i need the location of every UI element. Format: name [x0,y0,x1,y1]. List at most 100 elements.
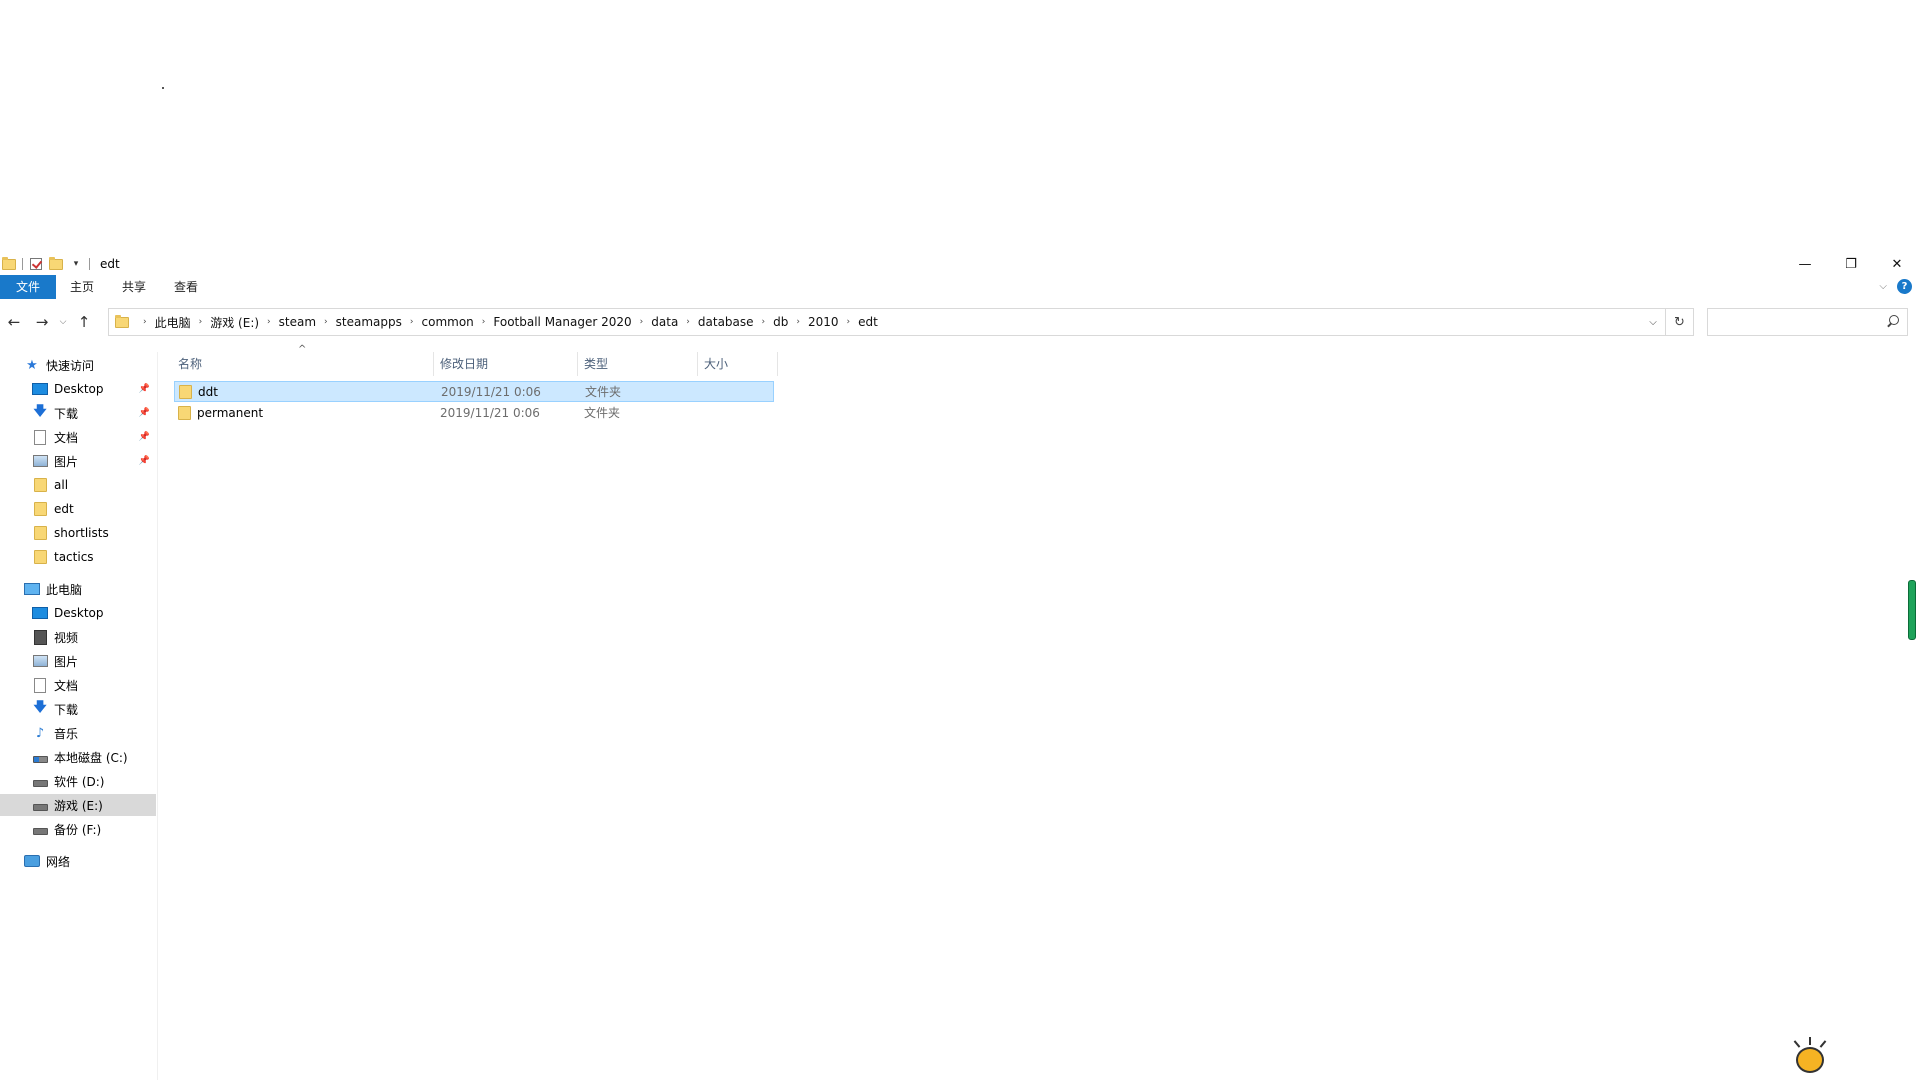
nav-qa-all[interactable]: all [0,474,156,496]
nav-qa-desktop[interactable]: Desktop 📌 [0,378,156,400]
breadcrumb-separator-icon[interactable]: › [847,317,851,327]
file-type: 文件夹 [584,406,621,420]
breadcrumb-separator-icon[interactable]: › [482,317,486,327]
up-arrow-icon[interactable]: ↑ [70,308,98,336]
stray-dot [162,87,164,89]
nav-item-label: 网络 [46,854,71,869]
navigation-pane: ★ 快速访问 Desktop 📌 🡇 下载 📌 文档 📌 图片 📌 all ed… [0,352,158,1080]
video-icon [32,629,48,645]
table-row[interactable]: ddt 2019/11/21 0:06 文件夹 [174,381,774,402]
nav-pc-pictures[interactable]: 图片 [0,650,156,672]
nav-item-label: Desktop [54,606,104,620]
address-history-chevron-icon[interactable]: ⌵ [1643,309,1663,335]
nav-qa-downloads[interactable]: 🡇 下载 📌 [0,402,156,424]
folder-icon [179,384,192,399]
new-folder-icon[interactable] [49,256,63,271]
nav-item-label: shortlists [54,526,109,540]
tab-share[interactable]: 共享 [108,275,160,299]
breadcrumb-2010[interactable]: 2010 [808,315,839,329]
breadcrumb-separator-icon[interactable]: › [267,317,271,327]
expand-ribbon-icon[interactable]: ⌵ [1879,281,1887,292]
restore-button[interactable]: ❐ [1828,254,1874,274]
tab-home[interactable]: 主页 [56,275,108,299]
nav-item-label: 游戏 (E:) [54,798,103,813]
file-name: permanent [197,405,264,420]
column-header-type[interactable]: 类型 [578,352,698,376]
pin-icon[interactable]: 📌 [139,432,150,442]
column-header-size[interactable]: 大小 [698,352,778,376]
pin-icon[interactable]: 📌 [139,456,150,466]
pin-icon[interactable]: 📌 [139,384,150,394]
drive-icon [32,773,48,789]
breadcrumb-separator-icon[interactable]: › [640,317,644,327]
nav-item-label: 文档 [54,678,79,693]
desktop-icon [32,381,48,397]
nav-item-label: 软件 (D:) [54,774,105,789]
nav-item-label: all [54,478,69,492]
nav-item-label: edt [54,502,74,516]
scroll-indicator[interactable] [1908,580,1916,640]
breadcrumb-separator-icon[interactable]: › [686,317,690,327]
close-button[interactable]: ✕ [1874,254,1920,274]
column-header-name[interactable]: 名称 [172,352,434,376]
nav-pc-music[interactable]: ♪ 音乐 [0,722,156,744]
computer-icon [24,581,40,597]
search-input[interactable] [1707,308,1908,336]
breadcrumb-football-manager[interactable]: Football Manager 2020 [493,315,631,329]
column-header-modified[interactable]: 修改日期 [434,352,578,376]
breadcrumb-separator-icon[interactable]: › [199,317,203,327]
pin-icon[interactable]: 📌 [139,408,150,418]
refresh-icon[interactable]: ↻ [1665,309,1693,335]
breadcrumb-edt[interactable]: edt [858,315,878,329]
nav-item-label: 音乐 [54,726,79,741]
nav-qa-documents[interactable]: 文档 📌 [0,426,156,448]
nav-this-pc[interactable]: 此电脑 [0,578,156,600]
nav-pc-documents[interactable]: 文档 [0,674,156,696]
nav-qa-tactics[interactable]: tactics [0,546,156,568]
nav-qa-shortlists[interactable]: shortlists [0,522,156,544]
nav-quick-access[interactable]: ★ 快速访问 [0,354,156,376]
address-bar[interactable]: › 此电脑 › 游戏 (E:) › steam › steamapps › co… [108,308,1694,336]
recent-locations-chevron-icon[interactable]: ⌵ [56,308,70,336]
breadcrumb-this-pc[interactable]: 此电脑 [155,314,191,331]
search-icon[interactable] [1885,314,1901,330]
breadcrumb-separator-icon[interactable]: › [324,317,328,327]
breadcrumb-steamapps[interactable]: steamapps [336,315,402,329]
nav-item-label: 图片 [54,454,79,469]
nav-qa-edt[interactable]: edt [0,498,156,520]
nav-pc-drive-c[interactable]: 本地磁盘 (C:) [0,746,156,768]
help-icon[interactable]: ? [1897,279,1912,294]
tab-file[interactable]: 文件 [0,275,57,299]
nav-pc-videos[interactable]: 视频 [0,626,156,648]
nav-pc-desktop[interactable]: Desktop [0,602,156,624]
breadcrumb-data[interactable]: data [651,315,678,329]
tab-view[interactable]: 查看 [160,275,212,299]
back-arrow-icon[interactable]: ← [0,308,28,336]
customize-toolbar-icon[interactable]: ▾ [69,257,83,271]
breadcrumb-separator-icon[interactable]: › [410,317,414,327]
forward-arrow-icon[interactable]: → [28,308,56,336]
pictures-icon [32,453,48,469]
nav-qa-pictures[interactable]: 图片 📌 [0,450,156,472]
breadcrumb-drive-e[interactable]: 游戏 (E:) [210,314,259,331]
nav-network[interactable]: 网络 [0,850,156,872]
nav-pc-drive-d[interactable]: 软件 (D:) [0,770,156,792]
breadcrumb-database[interactable]: database [698,315,754,329]
properties-icon[interactable] [29,257,43,271]
drive-icon [32,797,48,813]
nav-item-label: 备份 (F:) [54,822,102,837]
breadcrumb-common[interactable]: common [422,315,474,329]
breadcrumb-steam[interactable]: steam [279,315,316,329]
nav-pc-drive-e[interactable]: 游戏 (E:) [0,794,156,816]
nav-item-label: 此电脑 [46,582,83,597]
breadcrumb-separator-icon[interactable]: › [762,317,766,327]
breadcrumb-separator-icon[interactable]: › [143,317,147,327]
mascot-icon [1790,1037,1830,1077]
folder-icon [32,525,48,541]
breadcrumb-db[interactable]: db [773,315,788,329]
nav-pc-drive-f[interactable]: 备份 (F:) [0,818,156,840]
breadcrumb-separator-icon[interactable]: › [796,317,800,327]
table-row[interactable]: permanent 2019/11/21 0:06 文件夹 [174,402,774,423]
nav-pc-downloads[interactable]: 🡇 下载 [0,698,156,720]
minimize-button[interactable]: — [1782,254,1828,274]
